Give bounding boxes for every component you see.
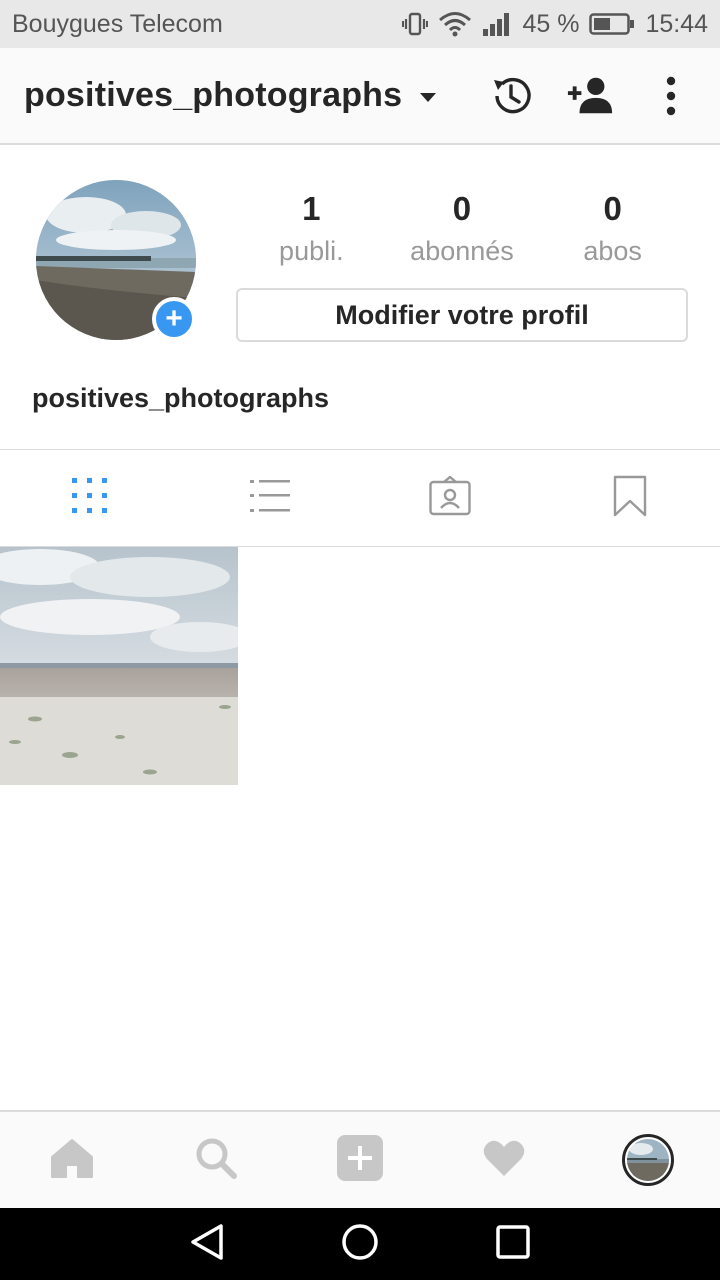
- stat-following[interactable]: 0 abos: [538, 189, 688, 273]
- wifi-icon: [438, 11, 472, 37]
- back-button[interactable]: [177, 1214, 237, 1274]
- dropdown-caret-icon: [420, 93, 437, 102]
- nav-activity[interactable]: [464, 1120, 544, 1200]
- header-username: positives_photographs: [24, 76, 403, 114]
- profile-stats: 1 publi. 0 abonnés 0 abos: [236, 189, 688, 273]
- profile-section: + 1 publi. 0 abonnés 0 abos Modifier vot…: [0, 147, 720, 450]
- header-actions: [486, 71, 696, 121]
- stat-label: abos: [583, 236, 642, 266]
- nav-home[interactable]: [32, 1120, 112, 1200]
- stat-value: 0: [603, 190, 622, 227]
- stat-label: publi.: [279, 236, 344, 266]
- status-bar: Bouygues Telecom 45 % 15:44: [0, 0, 720, 48]
- stat-label: abonnés: [410, 236, 514, 266]
- nav-new-post[interactable]: [320, 1120, 400, 1200]
- tab-grid[interactable]: [0, 451, 180, 546]
- home-button[interactable]: [330, 1214, 390, 1274]
- profile-display-name: positives_photographs: [32, 383, 330, 413]
- add-user-icon[interactable]: [566, 71, 616, 121]
- list-view-icon: [250, 478, 290, 519]
- home-circle-icon: [341, 1223, 379, 1266]
- profile-header-bar: positives_photographs: [0, 48, 720, 145]
- bottom-navigation: [0, 1110, 720, 1208]
- nav-profile[interactable]: [608, 1120, 688, 1200]
- saved-bookmark-icon: [613, 475, 647, 522]
- stat-value: 0: [452, 190, 472, 227]
- more-options-icon[interactable]: [646, 71, 696, 121]
- recents-square-icon: [496, 1224, 531, 1264]
- tab-saved[interactable]: [540, 451, 720, 546]
- nav-search[interactable]: [176, 1120, 256, 1200]
- system-navigation-bar: [0, 1208, 720, 1280]
- signal-icon: [482, 11, 512, 37]
- battery-percent: 45 %: [522, 9, 580, 38]
- home-icon: [50, 1137, 94, 1184]
- tab-list[interactable]: [180, 451, 360, 546]
- grid-view-icon: [72, 478, 108, 519]
- add-story-button[interactable]: +: [152, 297, 196, 341]
- new-post-icon: [336, 1134, 384, 1187]
- search-icon: [194, 1136, 238, 1185]
- status-indicators: 45 % 15:44: [402, 10, 708, 39]
- vibrate-icon: [402, 11, 429, 37]
- stat-value: 1: [302, 190, 321, 227]
- account-switcher[interactable]: positives_photographs: [24, 76, 486, 115]
- history-icon[interactable]: [486, 71, 536, 121]
- profile-avatar: [622, 1134, 674, 1186]
- clock-time: 15:44: [645, 9, 708, 38]
- stat-posts[interactable]: 1 publi.: [236, 189, 386, 273]
- tagged-photos-icon: [429, 475, 471, 521]
- profile-avatar-image: [627, 1139, 669, 1181]
- back-icon: [189, 1223, 225, 1266]
- view-tabs: [0, 451, 720, 547]
- carrier-name: Bouygues Telecom: [12, 9, 223, 38]
- stat-followers[interactable]: 0 abonnés: [387, 189, 537, 273]
- post-thumbnail[interactable]: [0, 547, 238, 785]
- activity-heart-icon: [482, 1138, 526, 1183]
- recents-button[interactable]: [483, 1214, 543, 1274]
- tab-tagged[interactable]: [360, 451, 540, 546]
- edit-profile-button[interactable]: Modifier votre profil: [236, 288, 688, 342]
- battery-icon: [589, 12, 635, 36]
